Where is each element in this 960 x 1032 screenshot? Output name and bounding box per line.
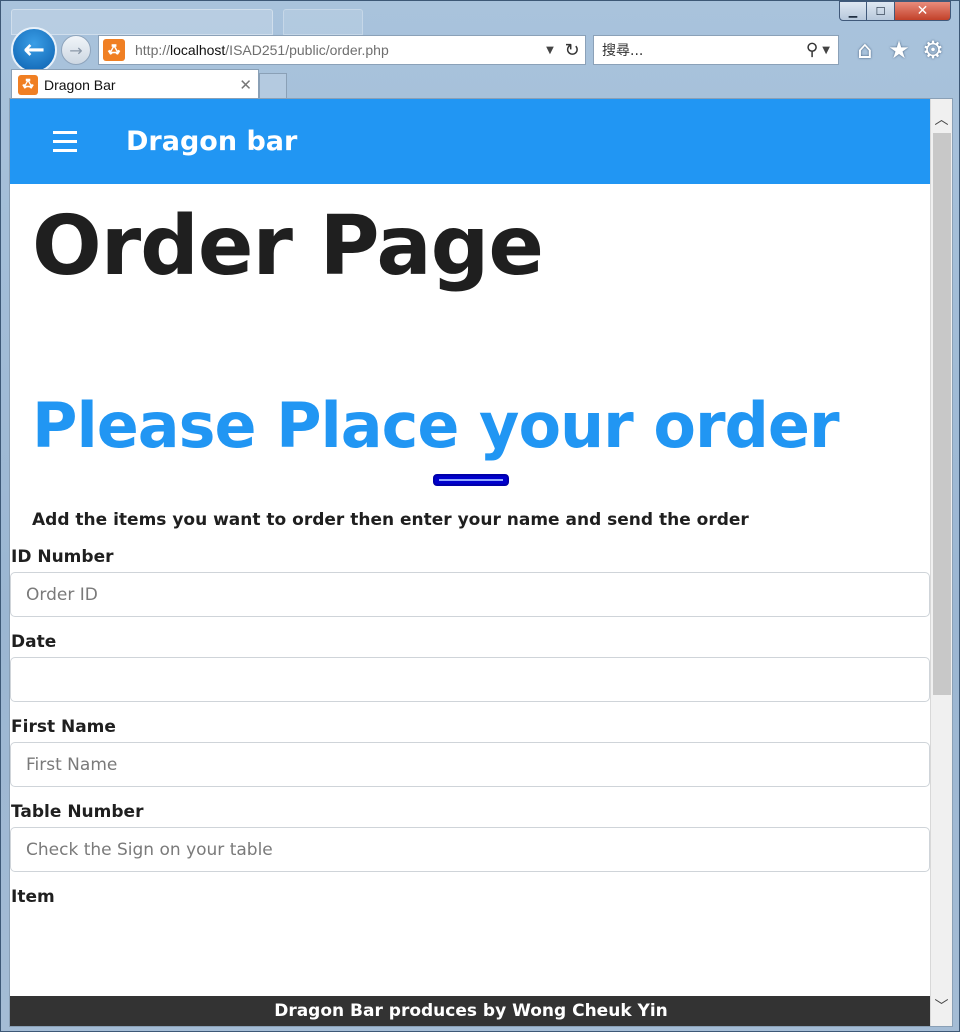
divider xyxy=(10,474,931,487)
settings-gear-icon[interactable]: ⚙ xyxy=(919,35,947,65)
vertical-scrollbar[interactable]: ︿ ﹀ xyxy=(930,99,952,1026)
browser-tab-active[interactable]: ꗈ Dragon Bar ✕ xyxy=(11,69,259,99)
first-name-input[interactable] xyxy=(10,742,930,788)
order-form: ID Number Date First Name Table Number I… xyxy=(10,544,931,910)
hamburger-menu-icon[interactable] xyxy=(53,131,77,152)
browser-window: ▁ ☐ ✕ ← → ꗈ http://localhost/ISAD251/pub… xyxy=(0,0,960,1032)
window-caption-buttons: ▁ ☐ ✕ xyxy=(839,1,951,21)
first-name-label: First Name xyxy=(11,717,116,738)
table-number-label: Table Number xyxy=(11,802,144,823)
instructions-text: Add the items you want to order then ent… xyxy=(32,510,749,531)
new-tab-button[interactable] xyxy=(259,73,287,99)
search-box[interactable]: 搜尋... ⚲ ▼ xyxy=(593,35,839,65)
close-window-button[interactable]: ✕ xyxy=(895,1,951,21)
search-dropdown-icon[interactable]: ▼ xyxy=(822,45,830,56)
refresh-icon[interactable]: ↻ xyxy=(559,40,585,61)
form-field-table-number: Table Number xyxy=(10,799,931,873)
tab-favicon-icon: ꗈ xyxy=(18,74,38,95)
tab-close-icon[interactable]: ✕ xyxy=(239,76,252,94)
background-window-tab xyxy=(283,9,363,35)
address-bar[interactable]: ꗈ http://localhost/ISAD251/public/order.… xyxy=(98,35,586,65)
tab-title: Dragon Bar xyxy=(44,76,116,93)
background-window-tab xyxy=(11,9,273,35)
scroll-up-arrow-icon[interactable]: ︿ xyxy=(931,107,952,131)
scrollbar-thumb[interactable] xyxy=(933,133,951,695)
favorites-star-icon[interactable]: ★ xyxy=(885,35,913,65)
home-icon[interactable]: ⌂ xyxy=(851,35,879,65)
id-number-label: ID Number xyxy=(11,547,114,568)
navbar-brand[interactable]: Dragon bar xyxy=(126,126,297,157)
page-subtitle: Please Place your order xyxy=(32,389,840,463)
form-field-item: Item xyxy=(10,884,931,910)
item-label: Item xyxy=(11,887,55,908)
page-title: Order Page xyxy=(32,199,544,294)
arrow-right-icon: → xyxy=(69,40,83,60)
search-icon[interactable]: ⚲ xyxy=(806,40,818,60)
form-field-date: Date xyxy=(10,629,931,703)
forward-button[interactable]: → xyxy=(61,35,91,65)
search-input[interactable]: 搜尋... xyxy=(602,40,806,60)
page-viewport: Dragon bar Order Page Please Place your … xyxy=(9,98,953,1027)
minimize-button[interactable]: ▁ xyxy=(839,1,867,21)
browser-toolbar-icons: ⌂ ★ ⚙ xyxy=(851,35,947,65)
back-button[interactable]: ← xyxy=(11,27,57,73)
web-page: Dragon bar Order Page Please Place your … xyxy=(10,99,932,1026)
page-footer: Dragon Bar produces by Wong Cheuk Yin xyxy=(10,996,932,1026)
address-dropdown-icon[interactable]: ▼ xyxy=(541,45,559,56)
address-url[interactable]: http://localhost/ISAD251/public/order.ph… xyxy=(135,42,541,58)
site-favicon-icon: ꗈ xyxy=(103,39,125,61)
order-id-input[interactable] xyxy=(10,572,930,618)
date-input[interactable] xyxy=(10,657,930,703)
scroll-down-arrow-icon[interactable]: ﹀ xyxy=(931,994,952,1018)
form-field-first-name: First Name xyxy=(10,714,931,788)
navbar: Dragon bar xyxy=(10,99,931,184)
divider-bar xyxy=(432,474,509,487)
form-field-id-number: ID Number xyxy=(10,544,931,618)
arrow-left-icon: ← xyxy=(23,35,45,65)
date-label: Date xyxy=(11,632,57,653)
table-number-input[interactable] xyxy=(10,827,930,873)
maximize-button[interactable]: ☐ xyxy=(867,1,895,21)
